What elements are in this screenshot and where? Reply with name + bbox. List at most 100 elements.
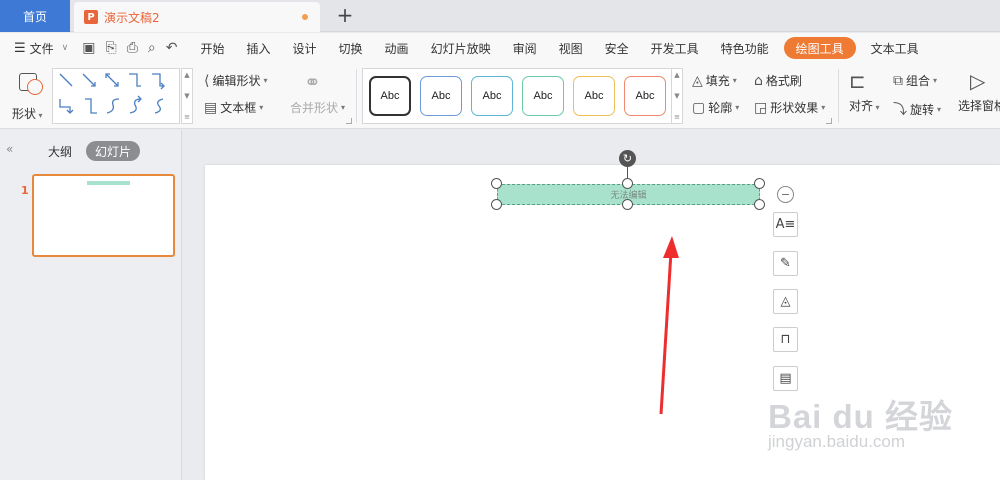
print-preview-icon[interactable]: ⌕ [148,41,156,55]
outline-label: 轮廓 [708,101,733,115]
fill-button[interactable]: ◬ 填充 ▾ [692,72,737,89]
menu-slideshow[interactable]: 幻灯片放映 [420,37,502,59]
export-pdf-icon[interactable]: ⎘ [106,41,117,55]
collapse-tools-icon[interactable]: − [777,186,794,203]
group-icon: ⧉ [893,72,903,89]
format-painter-icon: ⌂ [754,72,763,89]
tab-document[interactable]: P 演示文稿2 [74,2,320,32]
quick-access-toolbar: ▣ ⎘ ⎙ ⌕ ↶ [82,41,177,55]
text-style-icon[interactable]: A≡ [773,212,798,237]
outline-frame-icon[interactable]: ⊓ [773,327,798,352]
shape-style-2[interactable]: Abc [420,76,462,116]
ribbon-divider [356,69,357,123]
document-name: 演示文稿2 [104,10,160,25]
rotate-button[interactable]: ⤵ 旋转 ▾ [893,99,941,119]
watermark-url: jingyan.baidu.com [768,432,906,451]
text-box-label: 文本框 [220,101,257,115]
scroll-down-icon: ▼ [674,92,680,100]
save-icon[interactable]: ▣ [82,41,95,55]
dropdown-icon: ▾ [259,103,264,112]
rotate-label: 旋转 [910,102,935,117]
shape-style-gallery: Abc Abc Abc Abc Abc Abc [362,68,676,124]
shape-effect-icon: ◲ [754,99,768,116]
menu-special[interactable]: 特色功能 [710,37,780,59]
merge-shape-icon: ⚭ [304,70,321,94]
shape-button[interactable]: 形状 ▾ [10,69,46,125]
shape-style-6[interactable]: Abc [624,76,666,116]
edit-shape-label: 编辑形状 [212,74,261,88]
menu-start[interactable]: 开始 [189,37,235,59]
outline-icon: ▢ [692,99,706,116]
tab-home[interactable]: 首页 [0,0,70,32]
merge-shape-button[interactable]: 合并形状 ▾ [290,99,345,116]
selection-pane-button[interactable]: ▷ 选择窗格 [958,69,1000,114]
group-launcher-icon[interactable] [826,118,832,124]
menu-insert[interactable]: 插入 [236,37,282,59]
resize-handle-top[interactable] [622,178,633,189]
menu-items: 开始 插入 设计 切换 动画 幻灯片放映 审阅 视图 安全 开发工具 特色功能 … [189,37,929,59]
menu-review[interactable]: 审阅 [502,37,548,59]
text-box-button[interactable]: ▤ 文本框 ▾ [204,99,263,116]
menu-text-tools[interactable]: 文本工具 [860,37,930,59]
dropdown-icon: ▾ [821,103,826,112]
undo-icon[interactable]: ↶ [166,41,178,55]
dropdown-icon: ▾ [735,103,740,112]
menu-bar: ☰ 文件 ∨ ▣ ⎘ ⎙ ⌕ ↶ 开始 插入 设计 切换 动画 幻灯片放映 审阅… [0,33,1000,63]
rotate-handle-icon[interactable]: ↻ [619,150,636,167]
shape-style-1[interactable]: Abc [369,76,411,116]
resize-handle-bottom-right[interactable] [754,199,765,210]
resize-handle-top-left[interactable] [491,178,502,189]
menu-view[interactable]: 视图 [548,37,594,59]
file-menu-button[interactable]: ☰ 文件 ∨ [14,40,68,57]
menu-transition[interactable]: 切换 [328,37,374,59]
edit-shape-button[interactable]: ⟨ 编辑形状 ▾ [204,72,268,89]
print-icon[interactable]: ⎙ [127,41,138,55]
shape-circle-icon [27,79,43,95]
fill-bucket-icon[interactable]: ◬ [773,289,798,314]
resize-handle-bottom[interactable] [622,199,633,210]
ribbon-toolbar: 形状 ▾ ▲ ▼ ≡ ⟨ 编辑形状 ▾ ▤ 文本框 ▾ 合并形状 ▾ ⚭ Abc… [0,63,1000,129]
brush-icon[interactable]: ✎ [773,251,798,276]
slide-thumbnail[interactable] [32,174,175,257]
outline-button[interactable]: ▢ 轮廓 ▾ [692,99,739,116]
align-button[interactable]: ⊏ 对齐 ▾ [849,69,880,114]
gallery-scroll[interactable]: ▲ ▼ ≡ [181,68,193,124]
collapse-panel-button[interactable]: « [6,142,13,156]
thumbnail-shape [87,181,130,185]
shape-style-4[interactable]: Abc [522,76,564,116]
format-painter-button[interactable]: ⌂ 格式刷 [754,72,802,89]
shape-style-3[interactable]: Abc [471,76,513,116]
connector-gallery[interactable] [52,68,180,124]
title-bar: 首页 P 演示文稿2 + [0,0,1000,32]
resize-handle-bottom-left[interactable] [491,199,502,210]
shape-label: 形状 ▾ [12,107,43,121]
menu-design[interactable]: 设计 [282,37,328,59]
resize-handle-top-right[interactable] [754,178,765,189]
group-button[interactable]: ⧉ 组合 ▾ [893,72,937,89]
watermark: Bai du 经验 jingyan.baidu.com [768,368,1000,480]
presentation-logo-icon: P [84,10,98,24]
styles-scroll[interactable]: ▲ ▼ ≡ [671,68,683,124]
menu-drawing-tools[interactable]: 绘图工具 [783,37,856,59]
group-launcher-icon[interactable] [346,118,352,124]
tab-slides[interactable]: 幻灯片 [86,141,141,161]
format-painter-label: 格式刷 [765,74,802,88]
shape-effect-button[interactable]: ◲ 形状效果 ▾ [754,99,825,116]
align-icon: ⊏ [849,69,866,93]
menu-animation[interactable]: 动画 [374,37,420,59]
merge-shape-label: 合并形状 [290,101,339,115]
menu-developer[interactable]: 开发工具 [640,37,710,59]
tab-outline[interactable]: 大纲 [48,143,72,160]
new-tab-button[interactable]: + [334,3,356,27]
slide-number: 1 [21,184,29,197]
fill-label: 填充 [705,74,730,88]
selection-pane-label: 选择窗格 [958,99,1000,113]
selection-pane-icon: ▷ [970,69,986,93]
menu-security[interactable]: 安全 [594,37,640,59]
shape-style-5[interactable]: Abc [573,76,615,116]
gallery-expand-icon: ≡ [674,113,680,121]
connector-shapes-icon [59,73,165,114]
watermark-brand: Bai du 经验 [768,398,954,435]
dropdown-icon: ▾ [263,76,268,85]
fill-bucket-icon: ◬ [692,72,703,89]
